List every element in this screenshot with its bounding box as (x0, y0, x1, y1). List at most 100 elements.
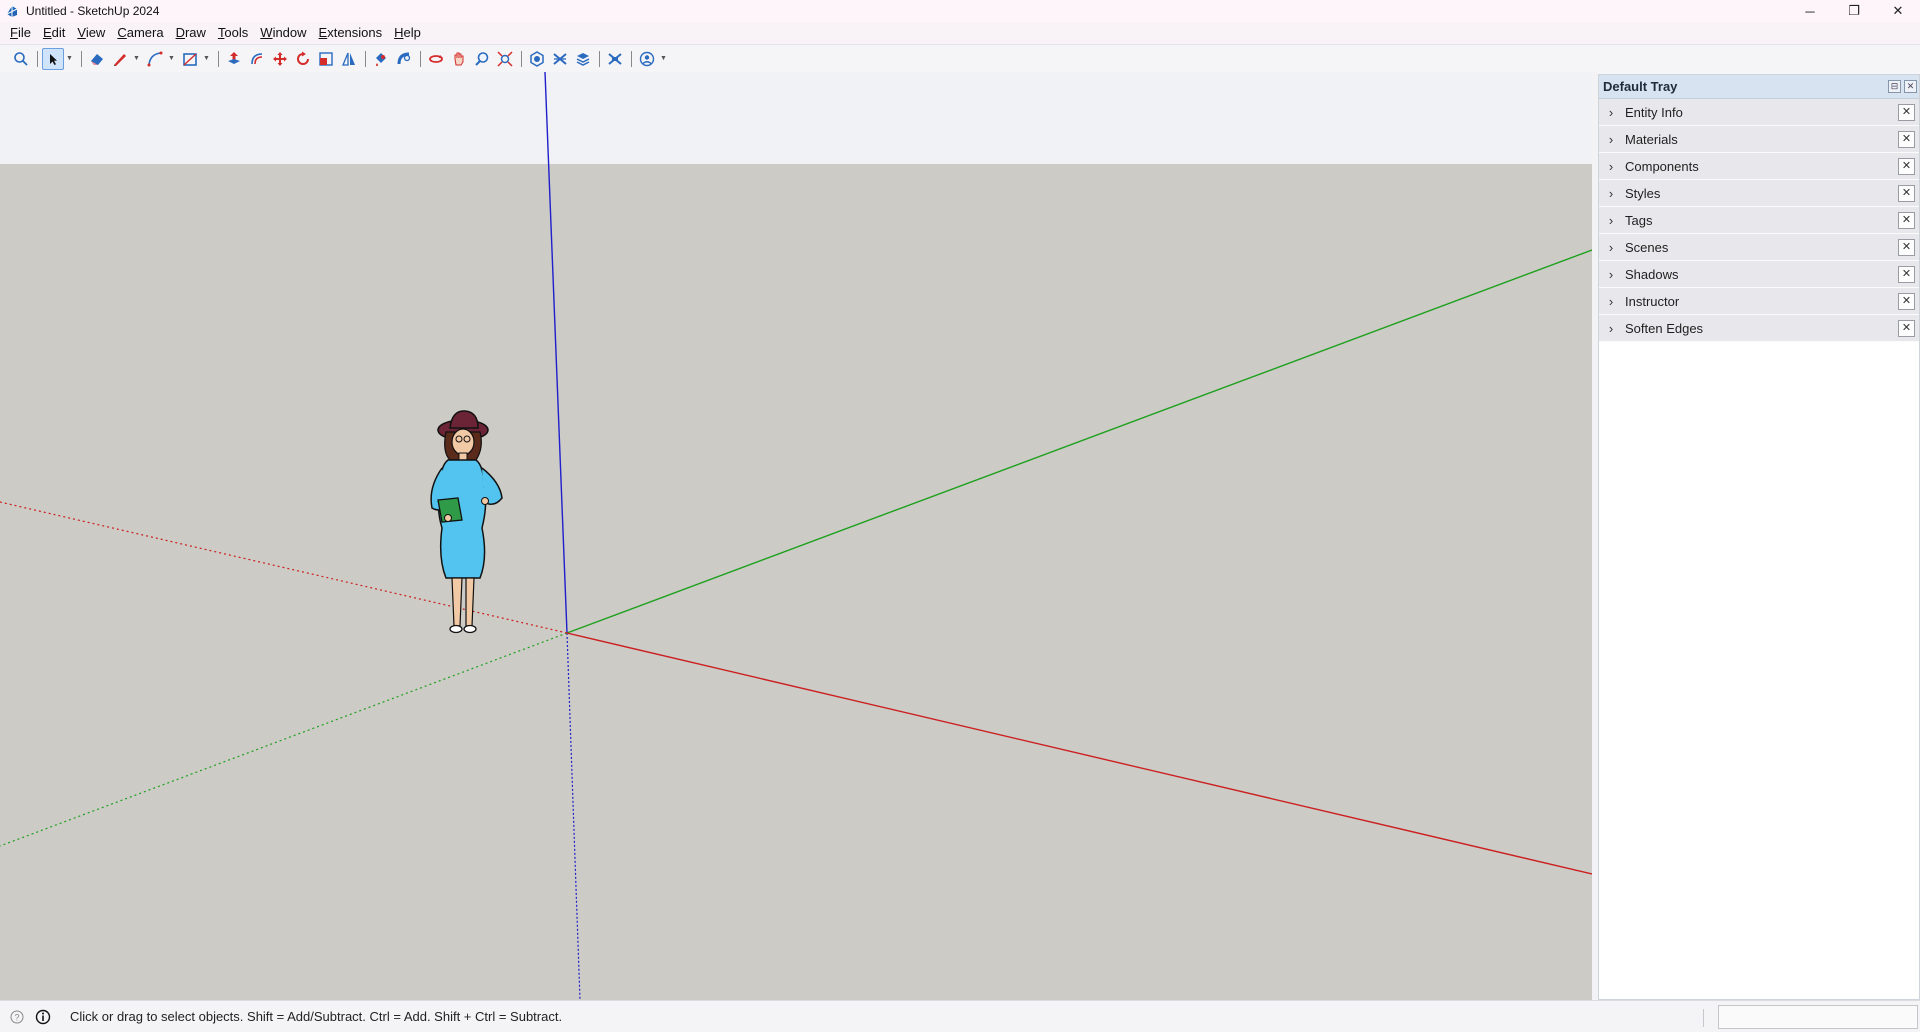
select-arrow-icon (50, 53, 57, 65)
menu-file[interactable]: File (4, 23, 37, 43)
panel-close-button[interactable]: ✕ (1898, 185, 1915, 202)
offset-icon (251, 52, 263, 64)
restore-button[interactable]: ❐ (1832, 0, 1876, 22)
3d-warehouse-button[interactable] (526, 48, 548, 70)
panel-label: Styles (1625, 185, 1661, 201)
zoom-icon (475, 51, 489, 66)
status-message: Click or drag to select objects. Shift =… (70, 1009, 563, 1024)
chevron-right-icon: › (1608, 266, 1614, 282)
search-tool-button[interactable] (10, 48, 32, 70)
menu-bar: File Edit View Camera Draw Tools Window … (0, 22, 1920, 44)
rectangle-tool-button[interactable] (179, 48, 201, 70)
close-window-button[interactable]: ✕ (1876, 0, 1920, 22)
select-tool-button[interactable] (42, 47, 64, 70)
arc-dropdown[interactable]: ▼ (167, 48, 176, 70)
move-tool-button[interactable] (269, 48, 291, 70)
panel-materials[interactable]: › Materials ✕ (1599, 126, 1919, 153)
line-tool-button[interactable] (109, 48, 131, 70)
tray-close-button[interactable]: ✕ (1904, 80, 1917, 93)
panel-entity-info[interactable]: › Entity Info ✕ (1599, 99, 1919, 126)
panel-components[interactable]: › Components ✕ (1599, 153, 1919, 180)
account-dropdown[interactable]: ▼ (659, 48, 668, 70)
panel-close-button[interactable]: ✕ (1898, 266, 1915, 283)
panel-soften-edges[interactable]: › Soften Edges ✕ (1599, 315, 1919, 342)
select-dropdown[interactable]: ▼ (65, 48, 74, 70)
panel-close-button[interactable]: ✕ (1898, 212, 1915, 229)
push-pull-icon (228, 51, 240, 64)
push-pull-tool-button[interactable] (223, 48, 245, 70)
axes (0, 72, 1592, 1000)
offset-tool-button[interactable] (246, 48, 268, 70)
account-icon (639, 51, 655, 66)
section-plane-button[interactable] (604, 48, 626, 70)
panel-scenes[interactable]: › Scenes ✕ (1599, 234, 1919, 261)
flip-tool-button[interactable] (338, 48, 360, 70)
pan-tool-button[interactable] (448, 48, 470, 70)
chevron-right-icon: › (1608, 104, 1614, 120)
toolbar-separator (37, 50, 38, 67)
line-dropdown[interactable]: ▼ (132, 48, 141, 70)
follow-me-tool-button[interactable] (393, 48, 415, 70)
tray-header: Default Tray ⊟ ✕ (1599, 75, 1919, 99)
scale-tool-button[interactable] (315, 48, 337, 70)
scale-figure[interactable] (418, 408, 514, 638)
menu-edit[interactable]: Edit (37, 23, 71, 43)
menu-help[interactable]: Help (388, 23, 427, 43)
panel-close-button[interactable]: ✕ (1898, 104, 1915, 121)
panel-close-button[interactable]: ✕ (1898, 131, 1915, 148)
zoom-extents-tool-button[interactable] (494, 48, 516, 70)
panel-shadows[interactable]: › Shadows ✕ (1599, 261, 1919, 288)
panel-label: Scenes (1625, 239, 1669, 255)
modeling-viewport[interactable] (0, 72, 1592, 1000)
panel-label: Components (1625, 158, 1699, 174)
extension-warehouse-icon (553, 52, 567, 65)
panel-close-button[interactable]: ✕ (1898, 293, 1915, 310)
instructor-info-icon[interactable] (34, 1008, 52, 1026)
paint-bucket-tool-button[interactable] (370, 48, 392, 70)
toolbar-separator (420, 50, 421, 67)
panel-close-button[interactable]: ✕ (1898, 320, 1915, 337)
chevron-right-icon: › (1608, 239, 1614, 255)
geolocation-icon[interactable]: ? (8, 1008, 26, 1026)
eraser-icon (91, 53, 103, 65)
panel-label: Soften Edges (1625, 320, 1704, 336)
extension-warehouse-button[interactable] (549, 48, 571, 70)
blue-axis-negative (566, 632, 581, 1000)
zoom-extents-icon (497, 50, 513, 67)
eraser-tool-button[interactable] (86, 48, 108, 70)
minimize-button[interactable]: ─ (1788, 0, 1832, 22)
window-controls: ─ ❐ ✕ (1788, 0, 1920, 22)
chevron-right-icon: › (1608, 212, 1614, 228)
rotate-tool-button[interactable] (292, 48, 314, 70)
3d-warehouse-icon (530, 50, 544, 67)
blue-axis-positive (544, 72, 568, 634)
account-button[interactable] (636, 48, 658, 70)
pencil-line-icon (114, 53, 126, 66)
toolbar-separator (365, 50, 366, 67)
panel-label: Instructor (1625, 293, 1680, 309)
menu-window[interactable]: Window (254, 23, 312, 43)
zoom-tool-button[interactable] (471, 48, 493, 70)
menu-draw[interactable]: Draw (170, 23, 212, 43)
orbit-tool-button[interactable] (425, 48, 447, 70)
menu-tools[interactable]: Tools (212, 23, 254, 43)
chevron-right-icon: › (1608, 158, 1614, 174)
layout-button[interactable] (572, 48, 594, 70)
scale-icon (319, 51, 333, 66)
arc-icon (147, 51, 163, 66)
panel-styles[interactable]: › Styles ✕ (1599, 180, 1919, 207)
tray-pin-button[interactable]: ⊟ (1888, 80, 1901, 93)
search-icon (14, 51, 28, 66)
measurements-input[interactable] (1718, 1005, 1918, 1029)
tray-title: Default Tray (1603, 79, 1678, 94)
panel-instructor[interactable]: › Instructor ✕ (1599, 288, 1919, 315)
menu-extensions[interactable]: Extensions (313, 23, 389, 43)
menu-view[interactable]: View (71, 23, 111, 43)
arc-tool-button[interactable] (144, 48, 166, 70)
panel-close-button[interactable]: ✕ (1898, 239, 1915, 256)
menu-camera[interactable]: Camera (111, 23, 169, 43)
panel-close-button[interactable]: ✕ (1898, 158, 1915, 175)
rectangle-dropdown[interactable]: ▼ (202, 48, 211, 70)
panel-tags[interactable]: › Tags ✕ (1599, 207, 1919, 234)
paint-bucket-icon (376, 52, 386, 66)
